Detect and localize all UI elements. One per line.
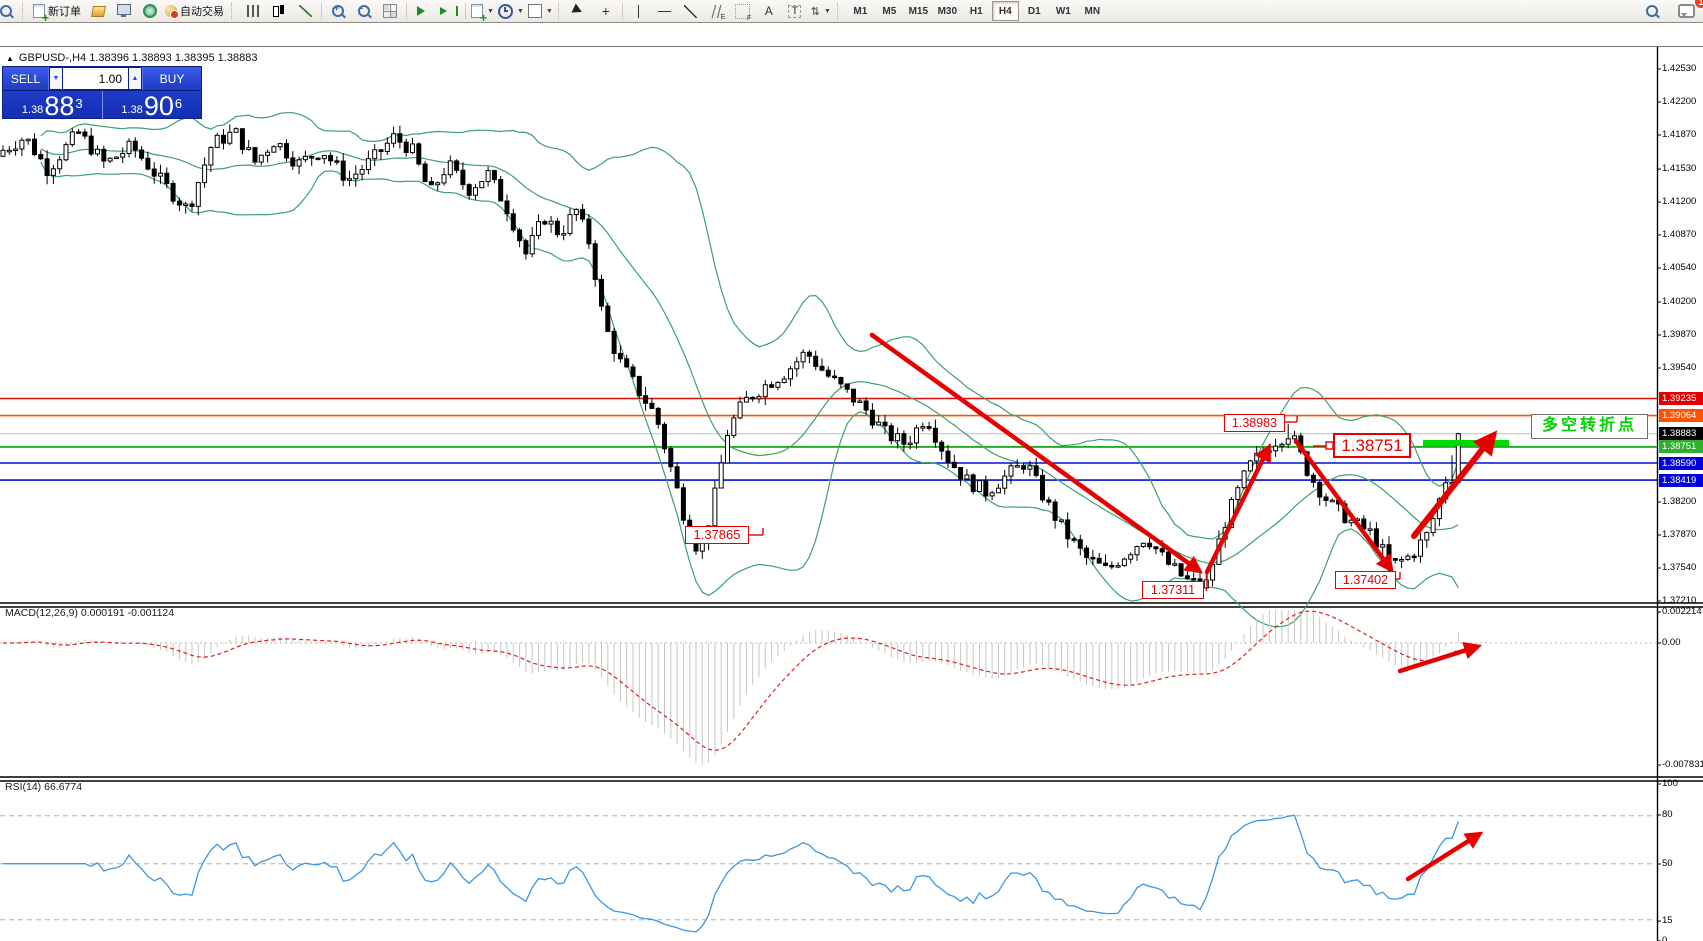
timeframe-d1[interactable]: D1 [1021,1,1048,21]
text-tool[interactable]: A [756,1,782,21]
chart-window: 1.425301.422001.418701.415301.412001.408… [0,22,1703,941]
ask-price[interactable]: 1.38 90 6 [103,91,202,119]
toolbar-grip [231,3,237,19]
ask-big-digits: 90 [144,94,174,118]
price-annotation[interactable]: 1.38983 [1224,414,1285,432]
toolbar-separator [622,3,623,19]
equidistant-channel-tool[interactable]: E [704,1,730,21]
volume-decrease-button[interactable]: ▼ [49,67,63,90]
bid-prefix: 1.38 [22,103,43,118]
toolbar-grip [22,3,28,19]
price-annotation[interactable]: 1.37865 [685,526,749,544]
fibonacci-tool[interactable]: F [730,1,756,21]
collapse-icon[interactable]: ▲ [6,54,14,63]
toolbar-grip [558,3,564,19]
signals-icon[interactable] [137,1,163,21]
notification-badge: 1 [1695,0,1703,8]
clock-icon [498,4,513,19]
auto-trading-label: 自动交易 [180,3,226,19]
price-annotation[interactable]: 1.37311 [1142,581,1204,599]
timeframe-mn[interactable]: MN [1079,1,1106,21]
bid-pip-digit: 3 [75,91,82,117]
vertical-line-tool[interactable] [626,1,652,21]
price-annotation[interactable]: 1.37402 [1335,571,1396,589]
mt4-terminal: 新订单 自动交易 + - ▼ ▼ ▼ + E F A T ⇅▼ M1M5M15M… [0,0,1703,941]
timeframe-m5[interactable]: M5 [876,1,903,21]
auto-scroll-icon[interactable] [410,1,436,21]
price-annotation[interactable]: 1.38751 [1333,433,1411,458]
macd-label: MACD(12,26,9) 0.000191 -0.001124 [5,607,174,619]
templates-button[interactable]: ▼ [526,1,555,21]
bid-price[interactable]: 1.38 88 3 [3,91,103,119]
horizontal-line-tool[interactable] [652,1,678,21]
timeframe-w1[interactable]: W1 [1050,1,1077,21]
toolbar-separator [321,3,322,19]
notifications-icon[interactable]: 1 [1673,1,1699,21]
trendline-tool[interactable] [678,1,704,21]
market-watch-icon[interactable] [0,1,19,21]
new-order-icon [33,4,45,18]
chart-shift-icon[interactable] [436,1,462,21]
crosshair-tool[interactable]: + [593,1,619,21]
bar-chart-icon[interactable] [240,1,266,21]
new-order-label: 新订单 [48,3,83,19]
timeframe-h1[interactable]: H1 [963,1,990,21]
rsi-label: RSI(14) 66.6774 [5,781,82,793]
one-click-trading-panel: SELL ▼ 1.00 ▲ BUY 1.38 88 3 1.38 90 6 [2,66,202,119]
timeframe-toolbar: M1M5M15M30H1H4D1W1MN [846,1,1107,21]
auto-trading-icon [165,5,177,17]
text-label-tool[interactable]: T [782,1,808,21]
chart-canvas[interactable] [0,23,1703,941]
new-order-button[interactable]: 新订单 [31,1,85,21]
ask-pip-digit: 6 [175,91,182,117]
ask-prefix: 1.38 [121,103,142,118]
tile-windows-icon[interactable] [377,1,403,21]
bid-big-digits: 88 [44,94,74,118]
candlestick-chart-icon[interactable] [266,1,292,21]
chart-title-text: GBPUSD-,H4 1.38396 1.38893 1.38395 1.388… [19,52,258,64]
zoom-in-icon[interactable]: + [325,1,351,21]
indicators-button[interactable]: ▼ [469,1,496,21]
volume-field[interactable]: 1.00 [63,67,128,90]
toolbar-grip [837,3,843,19]
main-toolbar: 新订单 自动交易 + - ▼ ▼ ▼ + E F A T ⇅▼ M1M5M15M… [0,0,1703,23]
auto-trading-button[interactable]: 自动交易 [163,1,228,21]
timeframe-m1[interactable]: M1 [847,1,874,21]
toolbar-separator [406,3,407,19]
timeframe-h4[interactable]: H4 [992,1,1019,21]
arrows-tool[interactable]: ⇅▼ [808,1,834,21]
sell-button[interactable]: SELL [3,67,49,90]
search-icon[interactable] [1639,1,1665,21]
timeframe-m30[interactable]: M30 [934,1,961,21]
line-chart-icon[interactable] [292,1,318,21]
volume-increase-button[interactable]: ▲ [128,67,142,90]
cursor-tool[interactable] [567,1,593,21]
market-watch-box-icon[interactable] [85,1,111,21]
toolbar-separator [465,3,466,19]
timeframe-m15[interactable]: M15 [905,1,932,21]
chart-title: ▲ GBPUSD-,H4 1.38396 1.38893 1.38395 1.3… [6,52,257,64]
periods-button[interactable]: ▼ [496,1,526,21]
zoom-out-icon[interactable]: - [351,1,377,21]
template-icon [528,4,542,18]
buy-button[interactable]: BUY [142,67,201,90]
terminal-icon[interactable] [111,1,137,21]
